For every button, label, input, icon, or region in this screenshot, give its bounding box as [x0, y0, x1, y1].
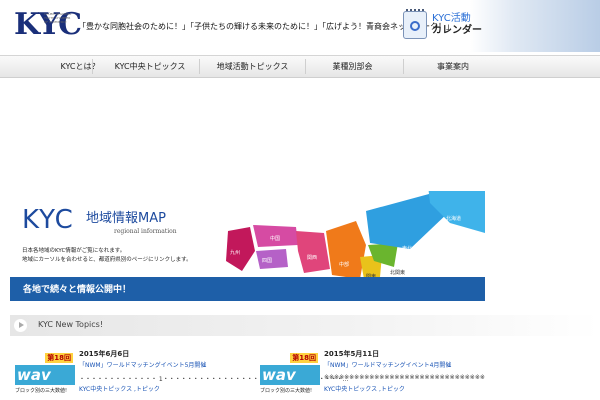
- region-label-kyushu: 九州: [230, 250, 241, 256]
- nav-item-industry[interactable]: 業種別部会: [305, 56, 400, 77]
- calendar-ring-mark: [410, 21, 420, 31]
- news-category-link[interactable]: KYC中央トピックス ,トピック: [324, 384, 405, 393]
- calendar-link-line2[interactable]: カレンダー: [432, 25, 482, 37]
- news-thumbnail[interactable]: 第18回 wav ブロック別の三大数値!: [260, 349, 320, 400]
- map-banner-bar-text: 各地で続々と情報公開中！: [23, 285, 132, 295]
- nav-item-business[interactable]: 事業案内: [403, 56, 503, 77]
- news-excerpt: ※※※※※※※※※※※※※※※※※※※※※※※※※※※※※※※※: [324, 374, 485, 381]
- region-label-shikoku: 四国: [262, 258, 273, 264]
- news-item[interactable]: 第18回 wav ブロック別の三大数値! 2015年5月11日 「NWM」ワール…: [260, 349, 510, 400]
- nav-divider: [92, 59, 93, 74]
- main-nav: KYCとは？ KYC中央トピックス 地域活動トピックス 業種別部会 事業案内: [0, 55, 600, 78]
- map-banner-bar: 各地で続々と情報公開中！: [10, 277, 485, 301]
- topics-header-label: KYC New Topics!: [38, 320, 104, 329]
- region-label-chubu: 中部: [339, 262, 350, 268]
- thumbnail-badge: 第18回: [45, 353, 73, 363]
- news-item[interactable]: 第18回 wav ブロック別の三大数値! 2015年6月6日 「NWM」ワールド…: [15, 349, 348, 400]
- news-category-link[interactable]: KYC中央トピックス ,トピック: [79, 384, 160, 393]
- nav-item-central-topics[interactable]: KYC中央トピックス: [100, 56, 200, 77]
- calendar-banner-bg: [470, 0, 600, 52]
- region-chubu[interactable]: [326, 221, 366, 279]
- region-label-kansai: 関西: [307, 255, 318, 261]
- thumbnail-caption: ブロック別の三大数値!: [260, 388, 313, 394]
- region-label-kitakanto: 北関東: [390, 270, 406, 276]
- thumbnail-wave-text: wav: [15, 365, 75, 385]
- thumbnail-badge: 第18回: [290, 353, 318, 363]
- logo-small-text: CHŪBU REGIONAL YOUTH CHAMBER OF COMMERCE: [44, 12, 72, 24]
- region-label-chugoku: 中国: [270, 236, 281, 242]
- calendar-rings: [406, 9, 424, 16]
- thumbnail-wave-text: wav: [260, 365, 320, 385]
- nav-item-regional-topics[interactable]: 地域活動トピックス: [200, 56, 305, 77]
- news-date: 2015年6月6日: [79, 350, 130, 358]
- topics-header: KYC New Topics!: [10, 315, 600, 336]
- region-label-hokkaido: 北海道: [446, 216, 462, 222]
- calendar-icon[interactable]: [403, 9, 427, 39]
- site-tagline: 「豊かな同胞社会のために！」「子供たちの輝ける未来のために！」「広げよう！青商会…: [78, 22, 454, 31]
- arrow-right-icon: [14, 319, 27, 332]
- thumbnail-caption: ブロック別の三大数値!: [15, 388, 68, 394]
- news-title-link[interactable]: 「NWM」ワールドマッチングイベント5月開催: [79, 360, 206, 369]
- region-kansai[interactable]: [296, 231, 330, 273]
- regional-map-banner[interactable]: KYC 地域情報MAP regional information 日本各地域のK…: [10, 191, 485, 301]
- region-label-tohoku: 東北: [402, 246, 413, 252]
- news-title-link[interactable]: 「NWM」ワールドマッチングイベント4月開催: [324, 360, 451, 369]
- calendar-link-line1[interactable]: KYC活動: [432, 13, 471, 25]
- news-thumbnail[interactable]: 第18回 wav ブロック別の三大数値!: [15, 349, 75, 400]
- kyc-logo[interactable]: KYC CHŪBU REGIONAL YOUTH CHAMBER OF COMM…: [14, 6, 82, 48]
- news-date: 2015年5月11日: [324, 350, 380, 358]
